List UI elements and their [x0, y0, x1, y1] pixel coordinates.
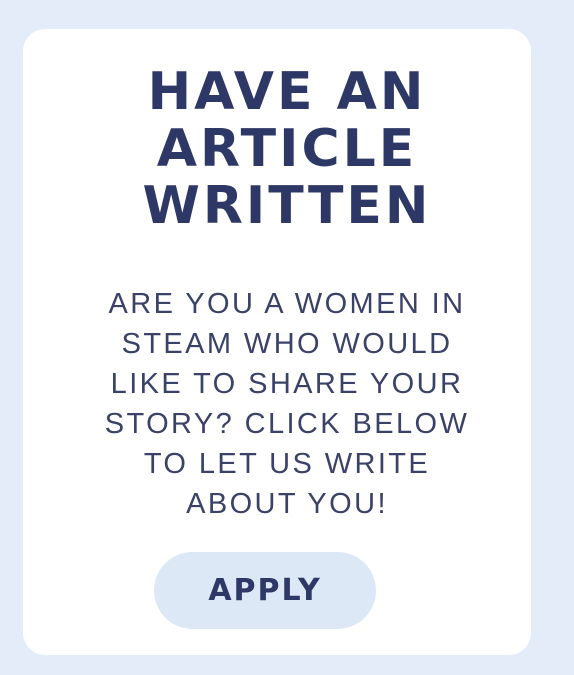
card-heading: HAVE AN ARTICLE WRITTEN	[0, 64, 574, 235]
description-line: LIKE TO SHARE YOUR	[110, 368, 464, 400]
description-line: ARE YOU A WOMEN IN	[108, 288, 466, 320]
description-line: STORY? CLICK BELOW	[104, 408, 470, 440]
apply-button[interactable]: APPLY	[154, 552, 376, 629]
card-description: ARE YOU A WOMEN IN STEAM WHO WOULD LIKE …	[0, 284, 574, 524]
description-line: STEAM WHO WOULD	[121, 328, 453, 360]
description-line: ABOUT YOU!	[186, 488, 388, 520]
heading-line: WRITTEN	[142, 176, 432, 236]
heading-line: HAVE AN	[147, 62, 427, 122]
description-line: TO LET US WRITE	[143, 448, 431, 480]
heading-line: ARTICLE	[156, 119, 418, 179]
